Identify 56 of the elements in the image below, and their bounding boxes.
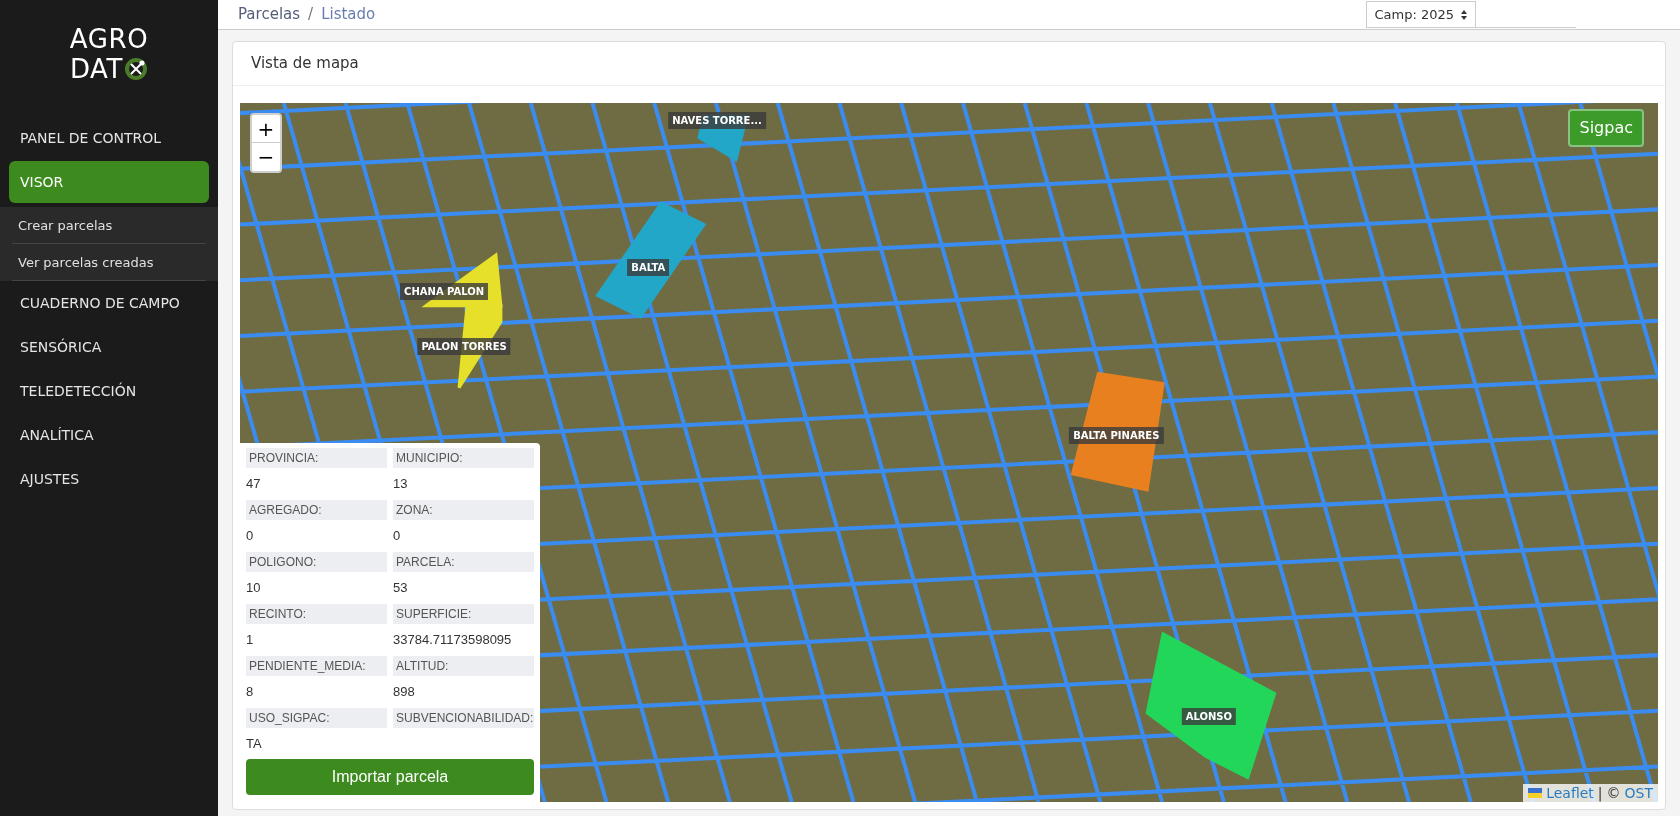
logo-text: DAT (69, 54, 124, 84)
nav-item[interactable]: CUADERNO DE CAMPO (9, 282, 209, 324)
field-value: TA (246, 735, 262, 754)
nav-item[interactable]: ANALÍTICA (9, 414, 209, 456)
nav-item[interactable]: VISOR (9, 161, 209, 203)
card-title: Vista de mapa (251, 53, 359, 75)
parcel-label: PALON TORRES (417, 338, 511, 355)
field-value: 0 (393, 527, 401, 546)
field-label: ZONA: (393, 500, 534, 520)
sort-caret-icon (1460, 8, 1468, 21)
breadcrumb-current: Listado (321, 4, 376, 26)
field-value: 47 (246, 475, 261, 494)
nav-item[interactable]: SENSÓRICA (9, 326, 209, 368)
field-value: 13 (393, 475, 408, 494)
breadcrumb-separator: / (308, 4, 314, 26)
field-value: 0 (246, 527, 254, 546)
field-value: 53 (393, 579, 408, 598)
parcel-label: BALTA PINARES (1069, 427, 1164, 445)
attribution-separator: | (1597, 783, 1603, 802)
zoom-out-button[interactable]: − (252, 143, 280, 171)
field-label: MUNICIPIO: (393, 448, 534, 468)
field-label: PENDIENTE_MEDIA: (246, 656, 387, 676)
field-label: PARCELA: (393, 552, 534, 572)
nav-item[interactable]: PANEL DE CONTROL (9, 117, 209, 159)
nav-item[interactable]: AJUSTES (9, 458, 209, 500)
field-label: USO_SIGPAC: (246, 708, 387, 728)
parcel-label: BALTA (627, 259, 670, 276)
submenu-item[interactable]: Ver parcelas creadas (12, 244, 206, 281)
logo-circle-icon (124, 57, 149, 81)
campaign-select[interactable]: Camp: 2025 (1366, 1, 1476, 28)
field-value: 898 (393, 683, 415, 702)
sigpac-layer-button[interactable]: Sigpac (1568, 109, 1644, 147)
parcel-label: CHANA PALON (400, 283, 489, 301)
import-parcel-button[interactable]: Importar parcela (246, 759, 534, 795)
parcel-outline[interactable] (1145, 631, 1277, 780)
breadcrumb-link[interactable]: Parcelas (238, 3, 301, 26)
field-label: AGREGADO: (246, 500, 387, 520)
field-label: SUPERFICIE: (393, 604, 534, 624)
field-value: 33784.71173598095 (393, 631, 512, 650)
field-label: ALTITUD: (393, 656, 534, 676)
field-label: SUBVENCIONABILIDAD: (393, 708, 534, 728)
attribution-link[interactable]: OST (1624, 782, 1653, 802)
field-label: PROVINCIA: (246, 448, 387, 468)
map[interactable] (240, 103, 1658, 802)
submenu-item[interactable]: Crear parcelas (12, 207, 206, 244)
copyright-sign: © (1606, 783, 1621, 802)
field-value: 10 (246, 579, 261, 598)
field-label: RECINTO: (246, 604, 387, 624)
nav-item[interactable]: TELEDETECCIÓN (9, 370, 209, 412)
field-label: POLIGONO: (246, 552, 387, 572)
logo-text: AGRO (69, 24, 149, 54)
flag-icon (1528, 788, 1543, 798)
field-value: 1 (246, 631, 254, 650)
field-value: 8 (246, 683, 254, 702)
parcel-label: NAVES TORRE... (668, 112, 766, 130)
zoom-in-button[interactable]: + (252, 115, 280, 143)
